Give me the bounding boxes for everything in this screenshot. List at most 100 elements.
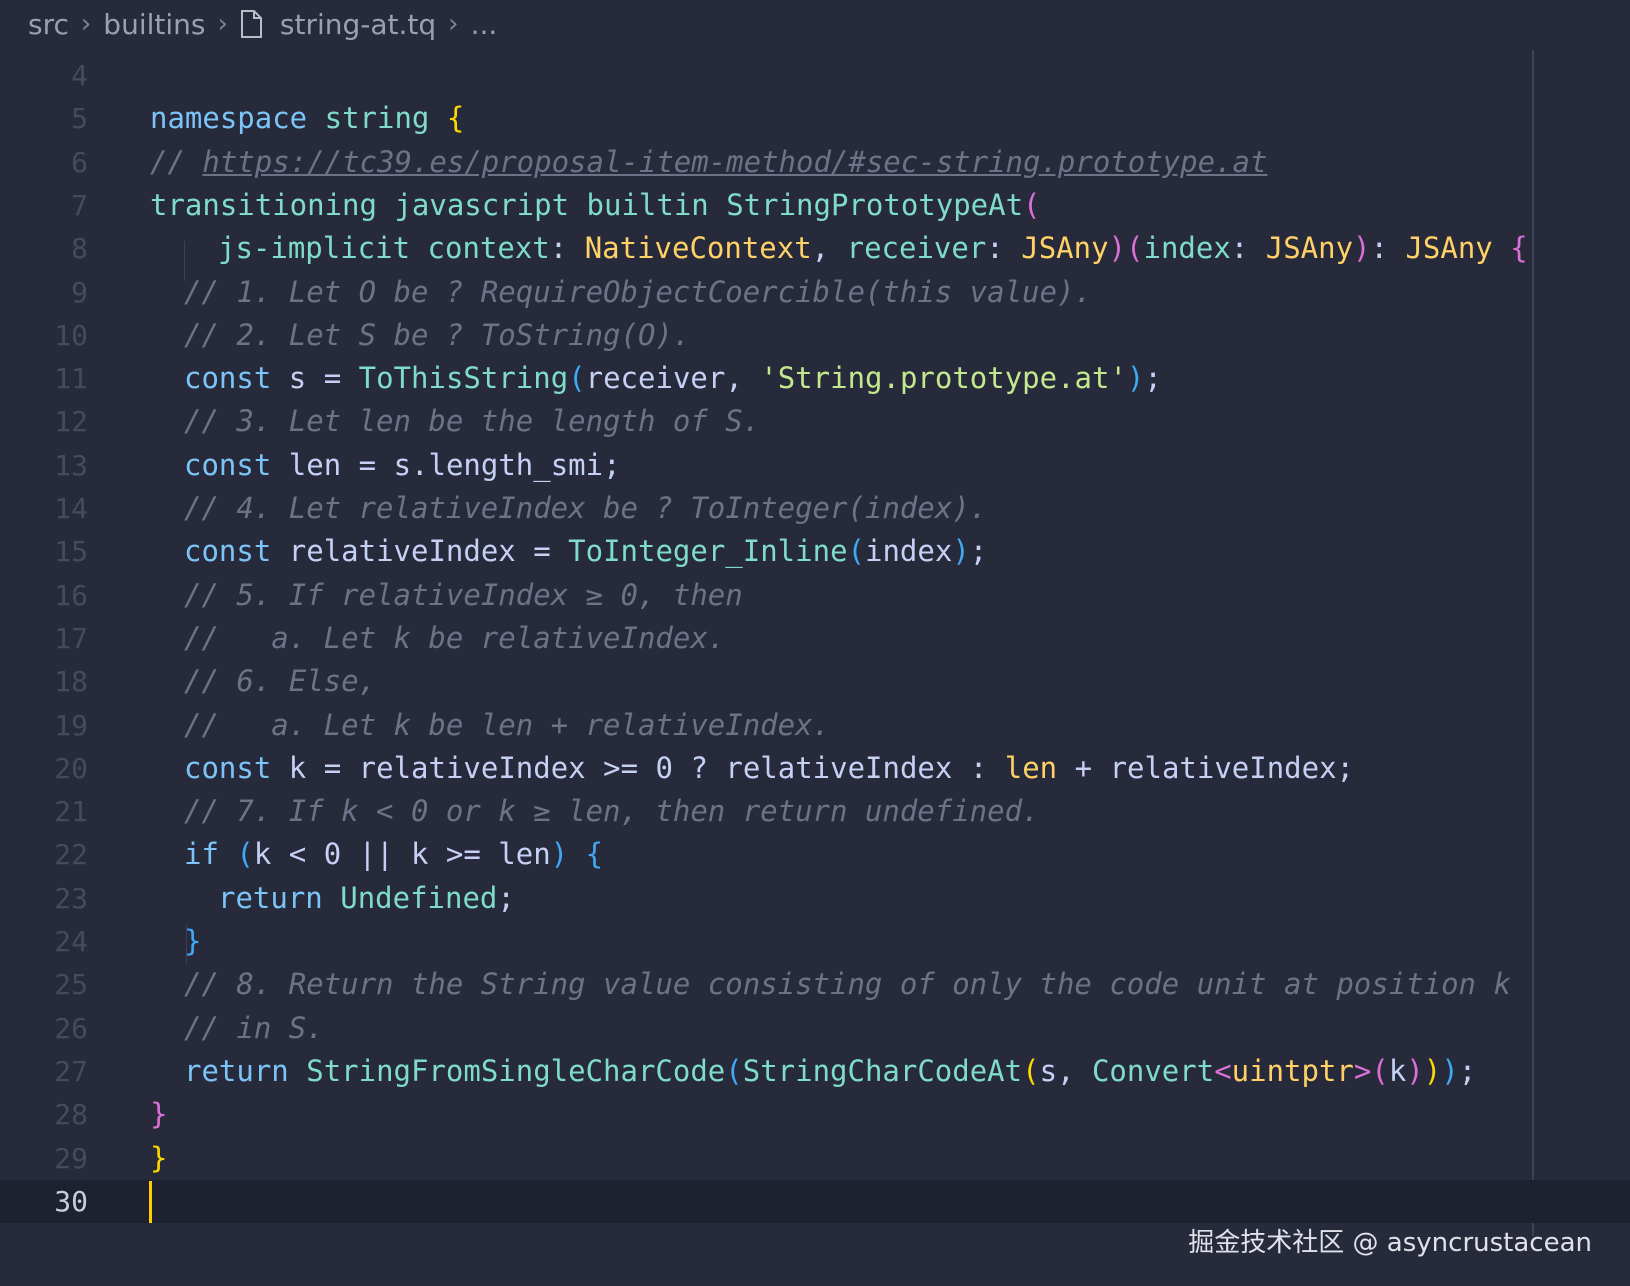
token: :: [986, 231, 1004, 266]
code-line: 6 // https://tc39.es/proposal-item-metho…: [0, 141, 1630, 184]
token: StringCharCodeAt: [742, 1053, 1023, 1088]
text-cursor: [149, 1180, 152, 1223]
code-editor[interactable]: 4 5 namespace string { 6 // https://tc39…: [0, 54, 1630, 1234]
token: ;: [969, 534, 988, 569]
token: k: [288, 750, 307, 785]
code-line: 14 // 4. Let relativeIndex be ? ToIntege…: [0, 487, 1630, 530]
token: ;: [1458, 1053, 1477, 1088]
code-text: const k = relativeIndex >= 0 ? relativeI…: [184, 747, 1354, 790]
token: >=: [603, 750, 639, 785]
token: {: [1510, 231, 1528, 266]
code-line: 21 // 7. If k < 0 or k ≥ len, then retur…: [0, 790, 1630, 833]
comment: // 8. Return the String value consisting…: [184, 967, 1511, 1002]
token: ,: [811, 231, 830, 266]
token: receiver: [585, 361, 726, 396]
token: }: [150, 1140, 168, 1175]
breadcrumb-item-symbols[interactable]: ...: [471, 8, 498, 41]
token: (: [847, 534, 865, 569]
token: ): [1423, 1053, 1442, 1088]
line-number: 16: [54, 578, 88, 612]
line-number: 12: [54, 405, 88, 439]
line-number: 23: [54, 881, 88, 915]
token: =: [358, 447, 377, 482]
code-line: 19 // a. Let k be len + relativeIndex.: [0, 704, 1630, 747]
token: }: [184, 924, 202, 958]
token: Undefined: [340, 880, 498, 915]
line-number: 8: [71, 232, 88, 266]
line-number: 17: [54, 621, 88, 655]
breadcrumb-item-src[interactable]: src: [28, 8, 69, 41]
token: 'String.prototype.at': [760, 361, 1127, 396]
token: (: [725, 1053, 743, 1088]
code-line: 15 const relativeIndex = ToInteger_Inlin…: [0, 530, 1630, 573]
breadcrumb-item-builtins[interactable]: builtins: [103, 8, 205, 41]
code-text: const s = ToThisString(receiver, 'String…: [184, 357, 1162, 400]
token: ): [1126, 361, 1145, 396]
code-line: 23 return Undefined;: [0, 877, 1630, 920]
line-number: 18: [54, 665, 88, 699]
comment: // 4. Let relativeIndex be ? ToInteger(i…: [184, 491, 988, 525]
code-line: 25 // 8. Return the String value consist…: [0, 963, 1630, 1006]
code-line: 12 // 3. Let len be the length of S.: [0, 400, 1630, 443]
watermark: 掘金技术社区 @ asyncrustacean: [1188, 1228, 1592, 1258]
comment: // a. Let k be relativeIndex.: [184, 620, 726, 655]
token: const: [184, 361, 272, 396]
token: <: [1214, 1053, 1232, 1088]
line-number: 29: [54, 1141, 88, 1175]
code-line: 22 if (k < 0 || k >= len) {: [0, 833, 1630, 876]
token: (: [1023, 187, 1041, 222]
line-number: 9: [71, 275, 88, 309]
comment-link[interactable]: https://tc39.es/proposal-item-method/#se…: [202, 145, 1267, 179]
token: 0: [655, 750, 673, 785]
token: receiver: [846, 231, 987, 266]
code-line: 9 // 1. Let O be ? RequireObjectCoercibl…: [0, 271, 1630, 314]
token: Convert: [1091, 1053, 1215, 1088]
token: ): [952, 534, 970, 569]
code-line: 20 const k = relativeIndex >= 0 ? relati…: [0, 747, 1630, 790]
chevron-right-icon: ›: [217, 9, 228, 39]
line-number: 5: [71, 102, 88, 136]
token: s: [1039, 1053, 1058, 1088]
token: +: [1074, 750, 1093, 785]
code-text: namespace string {: [150, 97, 464, 140]
token: relativeIndex: [725, 750, 953, 785]
code-line: 18 // 6. Else,: [0, 660, 1630, 703]
token: JSAny: [1265, 231, 1354, 266]
code-line: 16 // 5. If relativeIndex ≥ 0, then: [0, 574, 1630, 617]
line-number: 22: [54, 838, 88, 872]
current-line[interactable]: 30: [0, 1179, 1630, 1224]
line-number: 26: [54, 1011, 88, 1045]
token: =: [533, 534, 551, 569]
comment: // 7. If k < 0 or k ≥ len, then return u…: [184, 794, 1040, 829]
code-line: 4: [0, 54, 1630, 97]
line-number: 11: [54, 362, 88, 396]
line-number: 20: [54, 751, 88, 785]
code-line: 17 // a. Let k be relativeIndex.: [0, 617, 1630, 660]
token: ;: [1336, 750, 1355, 785]
code-line: 24 }: [0, 920, 1630, 963]
token: StringFromSingleCharCode: [306, 1053, 726, 1088]
token: if: [184, 837, 219, 872]
comment: // 1. Let O be ? RequireObjectCoercible(…: [184, 274, 1092, 309]
line-number: 10: [54, 318, 88, 352]
token: ;: [1144, 361, 1162, 396]
breadcrumb-item-file[interactable]: string-at.tq: [280, 8, 436, 41]
token: len: [288, 447, 342, 482]
line-number: 6: [71, 145, 88, 179]
token: }: [150, 1097, 168, 1132]
token: index: [865, 534, 953, 569]
code-text: if (k < 0 || k >= len) {: [184, 833, 603, 876]
code-line: 10 // 2. Let S be ? ToString(O).: [0, 314, 1630, 357]
code-text: js-implicit context: NativeContext, rece…: [218, 227, 1528, 270]
token: const: [184, 534, 272, 569]
token: NativeContext: [584, 231, 812, 266]
token: transitioning: [150, 187, 377, 222]
token: >: [1353, 1053, 1372, 1088]
code-line: 27 return StringFromSingleCharCode(Strin…: [0, 1050, 1630, 1093]
code-line: 11 const s = ToThisString(receiver, 'Str…: [0, 357, 1630, 400]
line-number: 27: [54, 1054, 88, 1088]
token: (: [236, 837, 254, 872]
code-line: 13 const len = s.length_smi;: [0, 444, 1630, 487]
token: s.length_smi: [393, 447, 604, 482]
chevron-right-icon: ›: [80, 9, 92, 39]
